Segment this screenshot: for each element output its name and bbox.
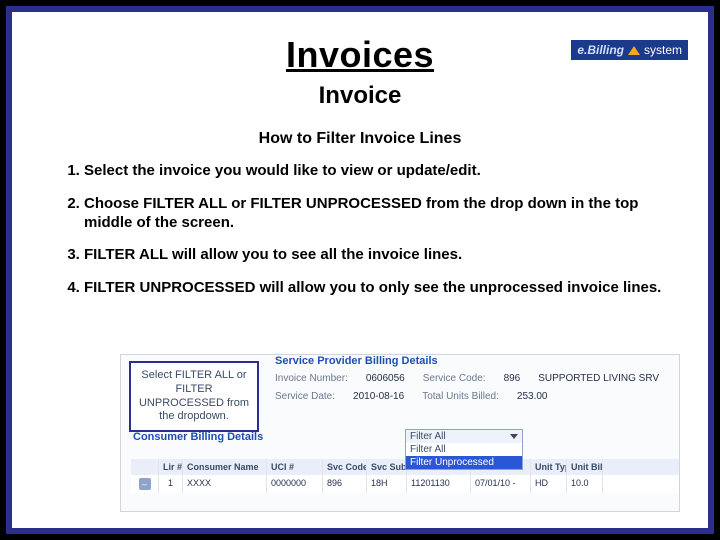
cell: XXXX	[183, 475, 267, 493]
filter-option[interactable]: Filter Unprocessed	[406, 456, 522, 469]
step-item: FILTER UNPROCESSED will allow you to onl…	[84, 279, 662, 298]
minus-icon: –	[139, 478, 151, 490]
col-header: Lir #	[159, 459, 183, 475]
cell: 896	[323, 475, 367, 493]
col-header: Consumer Name	[183, 459, 267, 475]
table-row[interactable]: – 1 XXXX 0000000 896 18H 11201130 07/01/…	[131, 475, 679, 493]
logo-brand-left: e.Billing	[577, 43, 624, 57]
detail-row: Invoice Number: 0606056 Service Code: 89…	[275, 373, 659, 384]
step-item: Choose FILTER ALL or FILTER UNPROCESSED …	[84, 195, 662, 233]
filter-selected-label: Filter All	[410, 431, 446, 442]
cell: 18H	[367, 475, 407, 493]
step-list: Select the invoice you would like to vie…	[58, 162, 662, 298]
service-code-label: Service Code:	[423, 373, 486, 384]
step-item: Select the invoice you would like to vie…	[84, 162, 662, 181]
col-header	[131, 459, 159, 475]
total-units-value: 253.00	[517, 391, 548, 402]
callout-box: Select FILTER ALL or FILTER UNPROCESSED …	[129, 361, 259, 432]
sp-section-title: Service Provider Billing Details	[275, 355, 438, 367]
filter-selected[interactable]: Filter All	[406, 430, 522, 443]
header: e.Billing system Invoices Invoice	[12, 12, 708, 110]
cell: 07/01/10 -	[471, 475, 531, 493]
cell: HD	[531, 475, 567, 493]
app-logo: e.Billing system	[571, 40, 688, 60]
triangle-icon	[628, 46, 640, 55]
logo-brand-right: system	[644, 43, 682, 57]
col-header: Unit Type	[531, 459, 567, 475]
page-subtitle: Invoice	[12, 82, 708, 110]
cb-section-title: Consumer Billing Details	[133, 431, 263, 443]
cell: 1	[159, 475, 183, 493]
col-header: Unit Bill	[567, 459, 603, 475]
step-item: FILTER ALL will allow you to see all the…	[84, 246, 662, 265]
detail-row: Service Date: 2010-08-16 Total Units Bil…	[275, 391, 547, 402]
chevron-down-icon	[510, 434, 518, 439]
col-header: Svc Subc	[367, 459, 407, 475]
service-code-value: 896	[504, 373, 521, 384]
filter-option[interactable]: Filter All	[406, 443, 522, 456]
slide: e.Billing system Invoices Invoice How to…	[6, 6, 714, 534]
col-header: UCI #	[267, 459, 323, 475]
invoice-number-value: 0606056	[366, 373, 405, 384]
howto-heading: How to Filter Invoice Lines	[12, 130, 708, 148]
invoice-number-label: Invoice Number:	[275, 373, 348, 384]
filter-dropdown[interactable]: Filter All Filter All Filter Unprocessed	[405, 429, 523, 470]
service-date-label: Service Date:	[275, 391, 335, 402]
service-code-desc: SUPPORTED LIVING SRV	[538, 373, 659, 384]
screenshot-inset: Select FILTER ALL or FILTER UNPROCESSED …	[120, 354, 680, 512]
cell: 10.0	[567, 475, 603, 493]
expand-toggle[interactable]: –	[131, 475, 159, 493]
service-date-value: 2010-08-16	[353, 391, 404, 402]
col-header: Svc Code	[323, 459, 367, 475]
cell: 11201130	[407, 475, 471, 493]
total-units-label: Total Units Billed:	[422, 391, 499, 402]
cell: 0000000	[267, 475, 323, 493]
